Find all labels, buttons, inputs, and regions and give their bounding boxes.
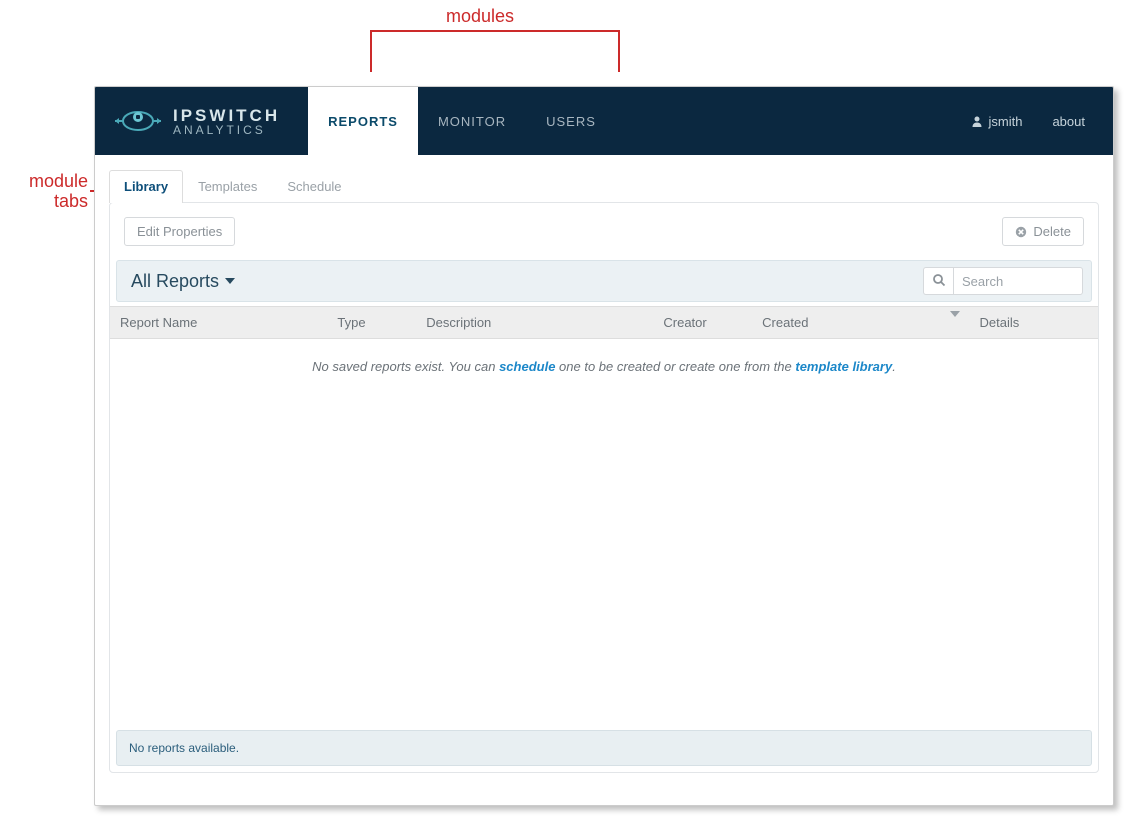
schedule-link[interactable]: schedule	[499, 359, 555, 374]
brand: IPSWITCH ANALYTICS	[95, 87, 298, 155]
about-link[interactable]: about	[1052, 114, 1085, 129]
annotation-modules: modules	[446, 6, 514, 27]
col-spacer	[1058, 307, 1098, 339]
brand-text: IPSWITCH ANALYTICS	[173, 107, 280, 136]
delete-button[interactable]: Delete	[1002, 217, 1084, 246]
empty-pre: No saved reports exist. You can	[312, 359, 499, 374]
annotation-module-tabs-line2: tabs	[54, 191, 88, 211]
subtab-library[interactable]: Library	[109, 170, 183, 203]
annotation-module-tabs-line1: module	[29, 171, 88, 191]
filter-bar: All Reports	[116, 260, 1092, 302]
filter-title: All Reports	[131, 271, 219, 292]
filter-dropdown[interactable]: All Reports	[125, 269, 239, 294]
caret-down-icon	[225, 278, 235, 284]
brand-name: IPSWITCH	[173, 107, 280, 124]
module-tab-users[interactable]: USERS	[526, 87, 616, 155]
brand-logo-icon	[113, 106, 163, 136]
col-description[interactable]: Description	[416, 307, 653, 339]
content-panel: Edit Properties Delete All Reports	[109, 202, 1099, 773]
template-library-link[interactable]: template library	[795, 359, 892, 374]
subtab-schedule[interactable]: Schedule	[272, 170, 356, 203]
empty-mid: one to be created or create one from the	[555, 359, 795, 374]
search-button[interactable]	[923, 267, 953, 295]
col-created[interactable]: Created	[752, 307, 969, 339]
footer-note: No reports available.	[116, 730, 1092, 766]
col-details[interactable]: Details	[970, 307, 1059, 339]
empty-post: .	[892, 359, 896, 374]
user-icon	[971, 115, 983, 127]
search	[923, 267, 1083, 295]
module-tab-reports[interactable]: REPORTS	[308, 87, 418, 155]
toolbar: Edit Properties Delete	[110, 203, 1098, 260]
delete-icon	[1015, 226, 1027, 238]
empty-space	[110, 384, 1098, 724]
col-creator[interactable]: Creator	[653, 307, 752, 339]
header-right: jsmith about	[971, 87, 1114, 155]
col-type[interactable]: Type	[327, 307, 416, 339]
module-tab-monitor[interactable]: MONITOR	[418, 87, 526, 155]
edit-properties-button[interactable]: Edit Properties	[124, 217, 235, 246]
brand-sub: ANALYTICS	[173, 124, 280, 136]
empty-message: No saved reports exist. You can schedule…	[110, 339, 1098, 384]
app-window: IPSWITCH ANALYTICS REPORTS MONITOR USERS…	[94, 86, 1114, 806]
modules-nav: REPORTS MONITOR USERS	[308, 87, 616, 155]
annotation-module-tabs: module tabs	[8, 172, 88, 212]
delete-button-label: Delete	[1033, 224, 1071, 239]
header: IPSWITCH ANALYTICS REPORTS MONITOR USERS…	[95, 87, 1113, 155]
module-subtabs: Library Templates Schedule	[95, 155, 1113, 202]
search-icon	[932, 273, 946, 290]
annotation-bracket	[370, 30, 620, 50]
username: jsmith	[989, 114, 1023, 129]
user-menu[interactable]: jsmith	[971, 114, 1023, 129]
subtab-templates[interactable]: Templates	[183, 170, 272, 203]
reports-table: Report Name Type Description Creator Cre…	[110, 306, 1098, 339]
search-input[interactable]	[953, 267, 1083, 295]
col-report-name[interactable]: Report Name	[110, 307, 327, 339]
